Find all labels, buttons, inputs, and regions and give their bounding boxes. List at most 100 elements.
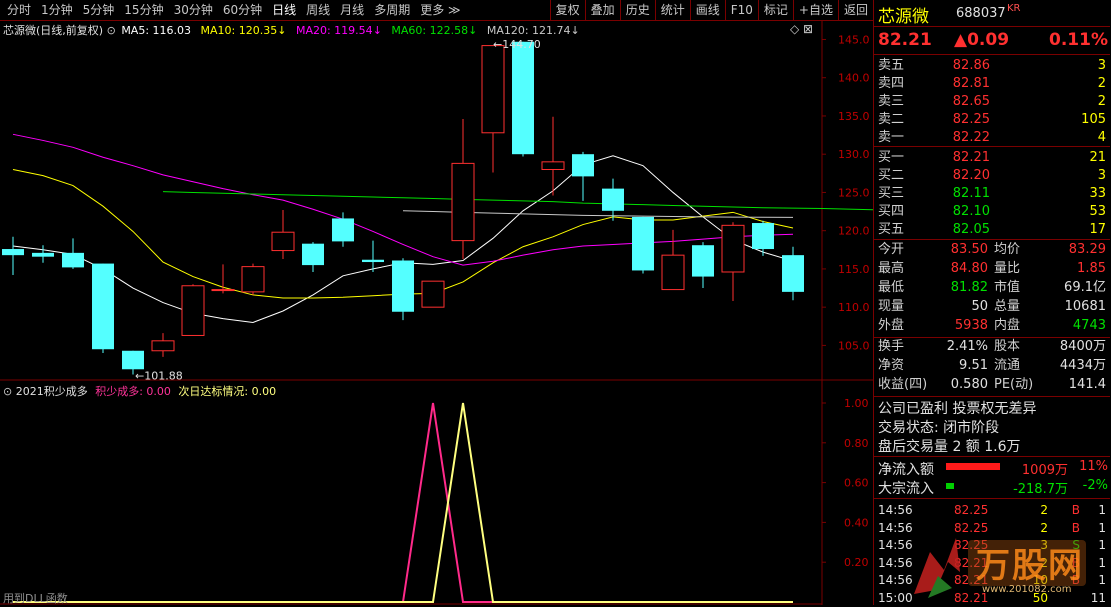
candle-body <box>512 41 534 155</box>
period-tab-1[interactable]: 1分钟 <box>36 0 78 20</box>
candle-body <box>752 223 774 250</box>
bid-row: 买四 82.10 53 <box>874 203 1110 221</box>
stats2-row: 换手 2.41% 8400万 股本 <box>874 338 1110 356</box>
row-label-2: 总量 <box>994 299 1021 314</box>
period-toolbar: 分时 1分钟 5分钟 15分钟 30分钟 60分钟 日线 周线 月线 多周期 更多 ≫ 复权 叠加 历史… <box>0 0 873 21</box>
watermark-text: 万股网 <box>976 546 1084 586</box>
dll-footer: 用到DLL函数 <box>3 592 68 605</box>
row-value: 2.41% <box>946 339 988 354</box>
tool-button-6[interactable]: 标记 <box>757 0 793 20</box>
period-tab-9[interactable]: 多周期 <box>369 0 415 20</box>
y-tick-label: 120.0 <box>838 225 870 238</box>
price-change: ▲0.09 <box>954 30 1010 50</box>
period-tab-5[interactable]: 60分钟 <box>218 0 267 20</box>
y-tick-label: 0.60 <box>844 477 869 490</box>
candle-body <box>32 252 54 257</box>
row-label: 卖二 <box>878 112 905 127</box>
kline-chart[interactable]: 145.0 140.0 135.0 130.0 125.0 120.0 115.0 110.0… <box>0 20 873 605</box>
tool-buttons: 复权 叠加 历史 统计 画线 F10 标记 +自选 返回 <box>549 0 873 20</box>
row-label-2: 内盘 <box>994 318 1021 333</box>
stock-code: 688037 <box>956 6 1006 21</box>
max-price-label: ←144.70 <box>493 38 541 51</box>
row-label-2: 均价 <box>994 242 1021 257</box>
tick-volume: 2 <box>1040 503 1048 517</box>
ask-row: 卖二 82.25 105 <box>874 111 1110 129</box>
tick-count: 1 <box>1098 520 1106 535</box>
row-label: 换手 <box>878 339 905 354</box>
candle-body <box>421 280 445 308</box>
row-volume: 69.1亿 <box>1064 280 1106 295</box>
stock-name: 芯源微 <box>878 7 929 27</box>
candle-body <box>541 161 565 170</box>
candle-body <box>62 252 84 268</box>
flow-value: -218.7万 <box>1013 482 1068 497</box>
candle-body <box>151 340 175 352</box>
row-volume: 141.4 <box>1068 377 1106 392</box>
info-line: 盘后交易量 2 额 1.6万 <box>878 439 1021 455</box>
y-tick-label: 145.0 <box>838 33 870 46</box>
last-price: 82.21 <box>878 30 932 50</box>
market-badge: KR <box>1007 3 1021 14</box>
tool-button-1[interactable]: 叠加 <box>584 0 620 20</box>
indicator1-label: 积少成多: 0.00 <box>95 385 171 398</box>
candle-body <box>332 218 354 242</box>
watermark-url: www.201082.com <box>982 584 1072 595</box>
y-tick-label: 0.20 <box>844 556 869 569</box>
tick-count: 1 <box>1098 555 1106 570</box>
period-tab-3[interactable]: 15分钟 <box>119 0 168 20</box>
candle-body <box>92 263 114 350</box>
period-tabs: 分时 1分钟 5分钟 15分钟 30分钟 60分钟 日线 周线 月线 多周期 更多 ≫ <box>2 0 466 20</box>
tool-button-4[interactable]: 画线 <box>689 0 725 20</box>
row-value: 84.80 <box>950 261 988 276</box>
row-value: 5938 <box>954 318 988 333</box>
tool-button-5[interactable]: F10 <box>724 0 758 20</box>
row-label: 卖五 <box>878 58 905 73</box>
tool-button-0[interactable]: 复权 <box>549 0 585 20</box>
period-tab-10[interactable]: 更多 ≫ <box>415 0 465 20</box>
row-label: 买一 <box>878 150 905 165</box>
candle-body <box>211 289 235 292</box>
tool-button-2[interactable]: 历史 <box>619 0 655 20</box>
row-label-2: PE(动) <box>994 377 1034 392</box>
row-label: 卖四 <box>878 76 905 91</box>
bid-row: 买二 82.20 3 <box>874 167 1110 185</box>
row-value: 82.25 <box>952 112 990 127</box>
row-volume: 21 <box>1089 150 1106 165</box>
row-value: 82.21 <box>952 150 990 165</box>
row-volume: 4 <box>1097 130 1106 145</box>
stats2-row: 收益(四) 0.580 141.4 PE(动) <box>874 376 1110 394</box>
row-volume: 3 <box>1097 58 1106 73</box>
candle-body <box>2 249 24 256</box>
candle-body <box>721 224 745 273</box>
row-value: 82.20 <box>952 168 990 183</box>
row-volume: 2 <box>1097 94 1106 109</box>
settings-icon[interactable]: ⊙ <box>3 385 12 398</box>
y-tick-label: 0.40 <box>844 516 869 529</box>
tool-button-7[interactable]: +自选 <box>792 0 838 20</box>
row-label: 外盘 <box>878 318 905 333</box>
row-label: 最低 <box>878 280 905 295</box>
ma-line-ma60 <box>162 191 873 211</box>
row-volume: 8400万 <box>1059 339 1106 354</box>
period-tab-4[interactable]: 30分钟 <box>169 0 218 20</box>
tick-row: 14:56 82.25 2 B 1 <box>874 501 1110 518</box>
row-volume: 53 <box>1089 204 1106 219</box>
period-tab-6[interactable]: 日线 <box>267 0 301 20</box>
tool-button-3[interactable]: 统计 <box>654 0 690 20</box>
period-tab-0[interactable]: 分时 <box>2 0 36 20</box>
row-label: 今开 <box>878 242 905 257</box>
tool-button-8[interactable]: 返回 <box>837 0 873 20</box>
row-volume: 10681 <box>1064 299 1106 314</box>
period-tab-8[interactable]: 月线 <box>335 0 369 20</box>
y-tick-label: 1.00 <box>844 397 869 410</box>
row-value: 82.65 <box>952 94 990 109</box>
row-value: 83.50 <box>950 242 988 257</box>
y-tick-label: 105.0 <box>838 339 870 352</box>
row-volume: 83.29 <box>1068 242 1106 257</box>
bid-row: 买一 82.21 21 <box>874 149 1110 167</box>
period-tab-7[interactable]: 周线 <box>301 0 335 20</box>
row-value: 9.51 <box>959 358 988 373</box>
period-tab-2[interactable]: 5分钟 <box>78 0 120 20</box>
bid-row: 买五 82.05 17 <box>874 221 1110 239</box>
sub-chart-header: ⊙ 2021积少成多 积少成多: 0.00 次日达标情况: 0.00 <box>3 383 276 399</box>
